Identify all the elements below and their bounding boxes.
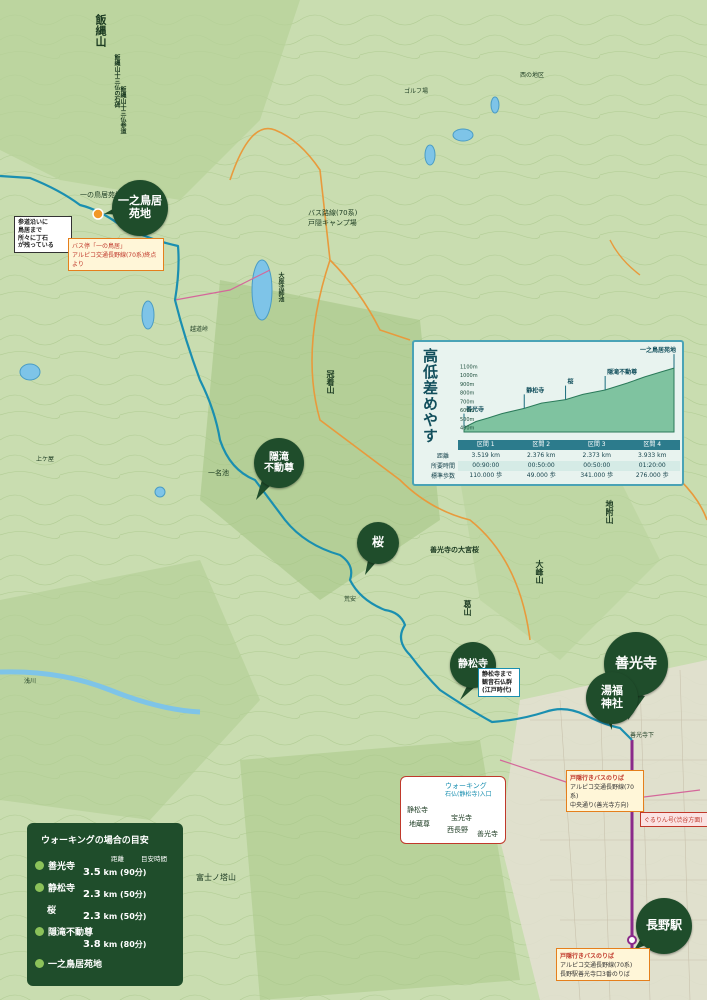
daimine-label: 大峰山 — [535, 560, 544, 584]
ipsaku-label: 一名池 — [208, 469, 229, 477]
yuzaku-callout[interactable]: 湯福 神社 — [586, 672, 638, 724]
sakura-place-label: 善光寺の大宮桜 — [430, 546, 479, 554]
stop-dot-icon — [35, 883, 44, 892]
guide-stop-zenkoji: 善光寺 — [35, 859, 75, 872]
inset-map: ウォーキング 石仏(静松寺)入口 静松寺 善光寺 地蔵尊 宝光寺 西長野 — [400, 776, 506, 844]
bus-nagano-title: 戸隠行きバスのりば — [560, 953, 615, 960]
altitude-tick-label: 1100m — [460, 364, 478, 370]
cell: 49.000 歩 — [526, 472, 556, 479]
bus-stop-ichinotorii-note: バス停「一の鳥居」 アルピコ交通長野線(70系)終点より — [68, 238, 164, 271]
elevation-profile-chart: 善光寺静松寺桜隠滝不動尊一之鳥居苑地400m500m600m700m800m90… — [460, 346, 676, 433]
station-label: 静松寺 — [526, 386, 544, 394]
station-label: 隠滝不動尊 — [607, 368, 637, 376]
cell: 276.000 歩 — [635, 472, 669, 479]
guide-col-distance: 距離 — [111, 855, 124, 863]
profile-row-time: 00:90:00 00:50:00 00:50:00 01:20:00 — [458, 461, 680, 471]
guide-leg-4: 3.8 km (80分) — [83, 939, 147, 950]
profile-header-cell: 区間 3 — [587, 441, 606, 448]
pass-label: 越道峠 — [190, 326, 209, 333]
cell: 00:50:00 — [527, 462, 555, 469]
kaiga-label: 冠着山 — [326, 370, 335, 394]
kannon-statues-note: 静松寺まで 観音石仏群 (江戸時代) — [478, 668, 520, 698]
nagano-station-callout[interactable]: 長野駅 — [636, 898, 692, 954]
profile-header-cell: 区間 4 — [643, 441, 662, 448]
iizuna-label: 飯縄山 — [94, 14, 107, 47]
bus-line-label: バス路線(70系) — [308, 209, 358, 217]
profile-header-cell: 区間 1 — [476, 441, 495, 448]
cell: 2.373 km — [582, 452, 611, 459]
station-label: 一之鳥居苑地 — [640, 346, 676, 354]
pond-label: 大座法師池 — [277, 272, 284, 302]
guide-title: ウォーキングの場合の目安 — [41, 836, 149, 846]
profile-row-steps: 110.000 歩 49.000 歩 341.000 歩 276.000 歩 — [458, 471, 680, 481]
inset-label-jizo: 地蔵尊 — [409, 820, 430, 828]
inset-label-entrance: 石仏(静松寺)入口 — [445, 791, 492, 798]
guide-leg-2: 2.3 km (50分) — [83, 889, 147, 900]
cell: 110.000 歩 — [469, 472, 503, 479]
altitude-tick-label: 800m — [460, 391, 475, 397]
row-label-distance: 距離 — [436, 453, 449, 460]
guide-stop-ichinotorii: 一之鳥居苑地 — [35, 957, 102, 970]
sakura-callout[interactable]: 桜 — [357, 522, 399, 564]
stop-dot-icon — [35, 927, 44, 936]
bus-kaido-note: ぐるりん号(渋谷方面) — [640, 812, 707, 827]
cell: 00:90:00 — [472, 462, 500, 469]
bus-togakushi-note: 戸隠行きバスのりば アルピコ交通長野線(70系) 中央通り(善光寺方向) — [566, 770, 644, 812]
altitude-tick-label: 600m — [460, 408, 475, 414]
guide-col-time: 目安時間 — [141, 855, 167, 863]
stop-dot-icon — [35, 959, 44, 968]
cell: 341.000 歩 — [580, 472, 614, 479]
bus-togakushi-sub: アルピコ交通長野線(70系) 中央通り(善光寺方向) — [570, 784, 634, 809]
walking-guide-panel: ウォーキングの場合の目安 距離 目安時間 善光寺 3.5 km (90分) 静松… — [27, 823, 183, 986]
kakuretaki-callout[interactable]: 隠滝 不動尊 — [254, 438, 304, 488]
inset-label-hokoji: 宝光寺 — [451, 814, 472, 822]
profile-title: 高低差めやす — [421, 348, 439, 444]
altitude-tick-label: 1000m — [460, 373, 478, 379]
inset-label-nishinagano: 西長野 — [447, 826, 468, 834]
stop-dot-icon — [35, 861, 44, 870]
jizoyama-label: 地附山 — [605, 500, 614, 524]
inset-label-zenkoji: 善光寺 — [477, 830, 498, 838]
guide-leg-3: 2.3 km (50分) — [83, 911, 147, 922]
cell: 3.933 km — [638, 452, 667, 459]
altitude-tick-label: 700m — [460, 399, 475, 405]
cell: 01:20:00 — [638, 462, 666, 469]
profile-header-cell: 区間 2 — [532, 441, 551, 448]
guide-stop-sakura: 桜 — [47, 906, 57, 916]
bus-nagano-sub: アルピコ交通長野線(70系) 長野駅善光寺口3番のりば — [560, 962, 633, 978]
elevation-profile-panel: 高低差めやす 善光寺 静松寺桜隠滝不動尊 一之鳥居苑地 400m 500m 600m 700… — [412, 340, 684, 486]
stone-marker-note: 参道沿いに 鳥居まで 所々に丁石 が残っている — [14, 216, 72, 254]
altitude-tick-label: 500m — [460, 417, 475, 423]
bus-line-sub-label: 戸隠キャンプ場 — [308, 219, 357, 227]
guide-stop-seishoji: 静松寺 — [35, 881, 75, 894]
guide-leg-1: 3.5 km (90分) — [83, 867, 147, 878]
profile-table-header: 区間 1 区間 2 区間 3 区間 4 — [458, 440, 680, 450]
kamiasakawa-label: 上ケ屋 — [36, 456, 55, 463]
area-label: 西の地区 — [520, 72, 545, 79]
golf-label: ゴルフ場 — [404, 88, 429, 95]
row-label-time: 所要時間 — [430, 463, 455, 470]
cell: 2.376 km — [527, 452, 556, 459]
station-label: 桜 — [568, 378, 574, 386]
guide-stop-kakuretaki: 隠滝不動尊 — [35, 925, 93, 938]
shrine-path-label: 飯縄山十三仏参道 — [119, 86, 126, 134]
altitude-tick-label: 400m — [460, 426, 475, 432]
cell: 3.519 km — [471, 452, 500, 459]
altitude-tick-label: 900m — [460, 382, 475, 388]
bus-nagano-station-note: 戸隠行きバスのりば アルピコ交通長野線(70系) 長野駅善光寺口3番のりば — [556, 948, 650, 981]
profile-row-distance: 3.519 km 2.376 km 2.373 km 3.933 km — [458, 451, 680, 461]
tomi-label: 富士ノ塔山 — [196, 873, 236, 882]
cell: 00:50:00 — [583, 462, 611, 469]
asakawa-label: 浅川 — [24, 678, 37, 685]
bus-togakushi-title: 戸隠行きバスのりば — [570, 775, 625, 782]
jizo-label: 善光寺下 — [630, 732, 655, 739]
kuzu-label: 葛山 — [463, 600, 472, 616]
inset-label-seishoji: 静松寺 — [407, 806, 428, 814]
ichinotorii-callout[interactable]: 一之鳥居 苑地 — [112, 180, 168, 236]
arayasu-label: 荒安 — [344, 596, 357, 603]
row-label-steps: 標準歩数 — [430, 473, 455, 480]
